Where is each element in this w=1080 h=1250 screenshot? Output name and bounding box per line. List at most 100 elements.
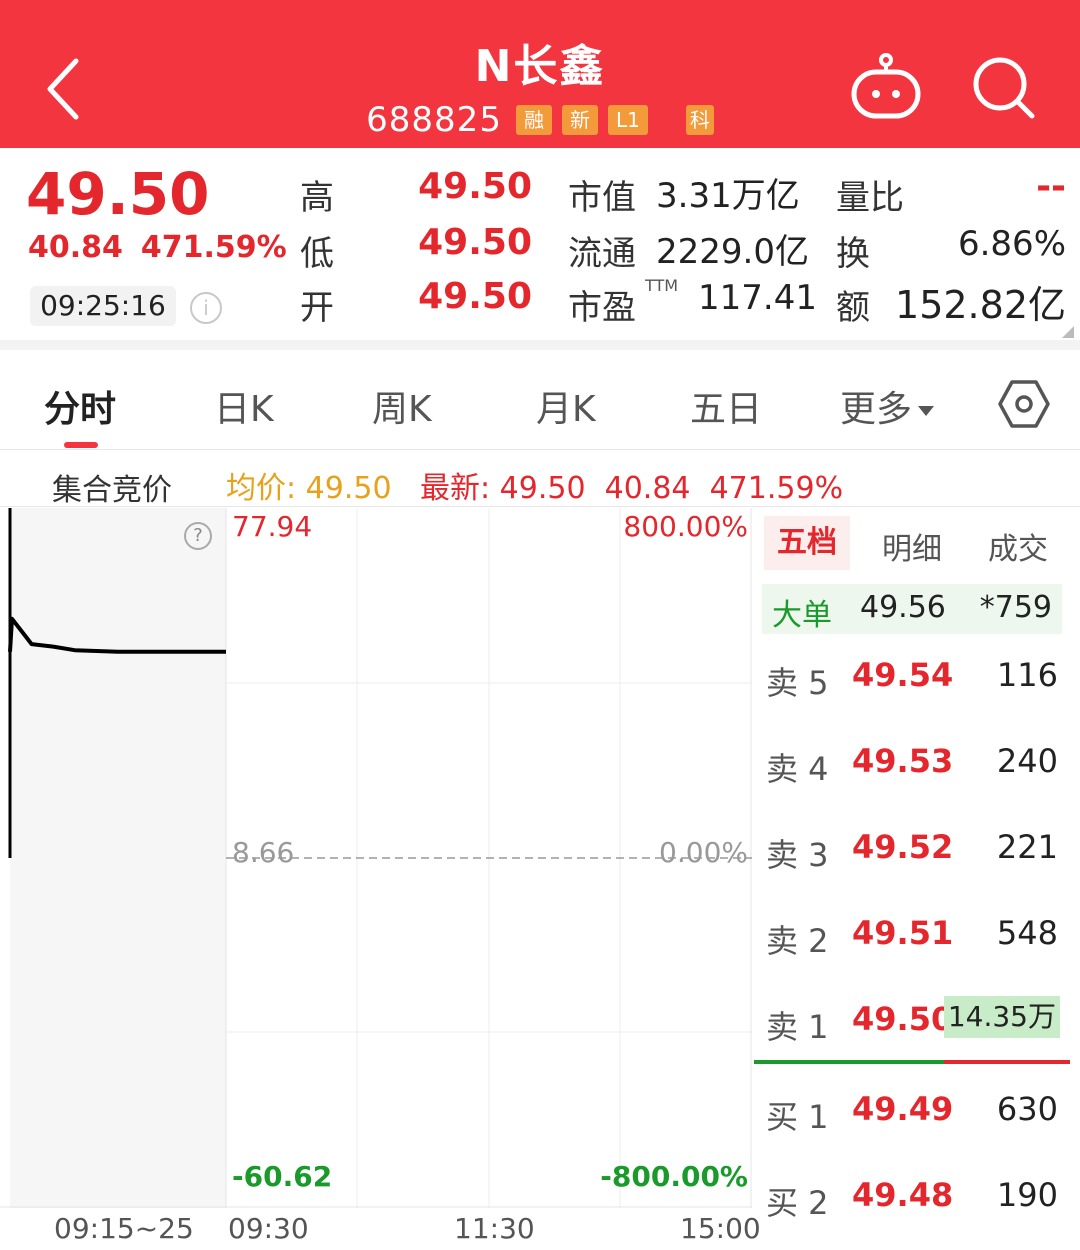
- low-value: 49.50: [418, 222, 532, 263]
- bid-volume: 630: [996, 1090, 1058, 1128]
- turnover-value: 6.86%: [957, 224, 1066, 264]
- margin-tag: 融: [515, 105, 552, 135]
- y-axis-top-label: 77.94: [232, 510, 313, 543]
- bid-price: 49.48: [852, 1176, 954, 1214]
- new-tag: 新: [561, 105, 598, 135]
- ask-level-label: 卖 4: [766, 750, 829, 788]
- ask-volume: 221: [996, 828, 1058, 866]
- x-label-midday: 11:30: [454, 1212, 535, 1245]
- volume-ratio-value: --: [1036, 166, 1066, 207]
- quote-time: 09:25:16: [30, 286, 176, 326]
- pct-axis-mid-label: 0.00%: [659, 836, 748, 869]
- order-book-panel: 五档 明细 成交 大单 49.56 *759 卖 5 49.54 116 卖 4…: [754, 508, 1080, 1250]
- pct-axis-bottom-label: -800.00%: [600, 1160, 748, 1193]
- tab-five-day[interactable]: 五日: [690, 380, 762, 432]
- bid-row[interactable]: 买 2 49.48 190: [754, 1168, 1080, 1228]
- ask-row[interactable]: 卖 4 49.53 240: [754, 734, 1080, 794]
- intraday-chart[interactable]: ? 77.94 8.66 -60.62 800.00% 0.00% -800.0…: [0, 508, 752, 1208]
- ask-volume: 240: [996, 742, 1058, 780]
- big-order-row[interactable]: 大单 49.56 *759: [762, 584, 1062, 634]
- ask-volume-highlight: 14.35万: [943, 996, 1060, 1038]
- latest-change-percent: 471.59%: [709, 471, 844, 506]
- ask-volume: 548: [996, 914, 1058, 952]
- average-price: 均价: 49.50: [226, 463, 392, 507]
- ask-row[interactable]: 卖 3 49.52 221: [754, 820, 1080, 880]
- chart-period-tabs: 分时 日K 周K 月K 五日 更多: [0, 350, 1080, 450]
- ask-price: 49.50: [852, 1000, 954, 1038]
- price-line: [8, 616, 226, 654]
- average-price-label: 均价:: [226, 471, 297, 506]
- tab-monthly-k[interactable]: 月K: [536, 380, 596, 432]
- bid-volume: 190: [996, 1176, 1058, 1214]
- volume-ratio-label: 量比: [836, 178, 904, 218]
- ask-level-label: 卖 2: [766, 922, 829, 960]
- auction-label: 集合竞价: [52, 473, 172, 508]
- intraday-chart-svg: [0, 508, 752, 1208]
- time-axis: 09:15~25 09:30 11:30 15:00: [0, 1210, 761, 1250]
- tab-more-label: 更多: [840, 389, 913, 430]
- high-label: 高: [300, 178, 334, 218]
- pct-axis-top-label: 800.00%: [623, 510, 748, 543]
- star-market-tag: 科: [685, 105, 714, 135]
- order-book-tabs: 五档 明细 成交: [754, 508, 1080, 578]
- big-order-label: 大单: [772, 598, 832, 633]
- level1-tag: L1: [607, 105, 648, 135]
- robot-assistant-icon[interactable]: [848, 52, 924, 122]
- turnover-label: 换: [836, 234, 870, 274]
- latest-price-value: 49.50: [499, 471, 586, 506]
- current-price: 49.50: [26, 160, 210, 228]
- bid-level-label: 买 2: [766, 1184, 829, 1222]
- bid-ask-ratio-fill: [754, 1060, 944, 1064]
- bid-price: 49.49: [852, 1090, 954, 1128]
- ask-row[interactable]: 卖 2 49.51 548: [754, 906, 1080, 966]
- ask-level-label: 卖 1: [766, 1008, 829, 1046]
- quote-panel: 49.50 40.84 471.59% 09:25:16 i 高 49.50 低 …: [0, 148, 1080, 348]
- intraday-info-line: 集合竞价 均价: 49.50 最新: 49.50 40.84 471.59%: [0, 455, 1080, 508]
- ask-row[interactable]: 卖 5 49.54 116: [754, 648, 1080, 708]
- search-icon[interactable]: [968, 52, 1040, 124]
- bid-level-label: 买 1: [766, 1098, 829, 1136]
- big-order-volume: *759: [979, 590, 1052, 625]
- high-value: 49.50: [418, 166, 532, 207]
- ask-price: 49.54: [852, 656, 954, 694]
- pe-label: 市盈: [568, 288, 636, 328]
- tab-intraday[interactable]: 分时: [44, 380, 116, 432]
- change-percent: 471.59%: [140, 230, 287, 265]
- tab-more[interactable]: 更多: [840, 380, 935, 432]
- market-cap-value: 3.31万亿: [656, 176, 800, 216]
- float-cap-label: 流通: [568, 234, 636, 274]
- average-price-value: 49.50: [305, 471, 392, 506]
- tab-daily-k[interactable]: 日K: [214, 380, 274, 432]
- pe-ttm-superscript: TTM: [645, 276, 679, 295]
- tab-five-levels[interactable]: 五档: [764, 516, 850, 570]
- ask-price: 49.52: [852, 828, 954, 866]
- bid-row[interactable]: 买 1 49.49 630: [754, 1082, 1080, 1142]
- tab-trades[interactable]: 成交: [988, 524, 1048, 568]
- settings-hexagon-icon[interactable]: [998, 378, 1050, 430]
- pe-value: 117.41: [698, 278, 817, 318]
- stock-code: 688825: [366, 100, 502, 140]
- ask-price: 49.51: [852, 914, 954, 952]
- latest-price-label: 最新:: [420, 471, 491, 506]
- ask-level-label: 卖 5: [766, 664, 829, 702]
- ask-volume: 116: [996, 656, 1058, 694]
- big-order-price: 49.56: [860, 590, 946, 625]
- latest-change: 40.84: [604, 471, 691, 506]
- expand-corner-icon[interactable]: [1062, 326, 1074, 338]
- amount-label: 额: [836, 288, 870, 328]
- tab-details[interactable]: 明细: [882, 524, 942, 568]
- help-icon[interactable]: ?: [184, 522, 212, 550]
- bid-ask-ratio-bar: [754, 1060, 1070, 1064]
- ask-price: 49.53: [852, 742, 954, 780]
- ask-level-label: 卖 3: [766, 836, 829, 874]
- active-tab-indicator: [64, 442, 98, 448]
- price-change: 40.84 471.59%: [28, 230, 287, 265]
- tab-weekly-k[interactable]: 周K: [372, 380, 432, 432]
- latest-price: 最新: 49.50 40.84 471.59%: [420, 463, 843, 507]
- x-label-open: 09:30: [228, 1212, 309, 1245]
- y-axis-mid-label: 8.66: [232, 836, 295, 869]
- change-amount: 40.84: [28, 230, 123, 265]
- info-icon[interactable]: i: [190, 292, 222, 324]
- ask-row[interactable]: 卖 1 49.50 14.35万: [754, 992, 1080, 1052]
- amount-value: 152.82亿: [895, 283, 1066, 327]
